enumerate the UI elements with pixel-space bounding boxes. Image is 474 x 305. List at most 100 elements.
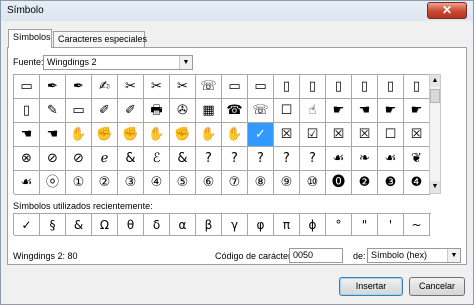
symbol-cell[interactable]: ▭: [248, 75, 274, 99]
symbol-cell[interactable]: ☏: [196, 75, 222, 99]
symbol-cell[interactable]: ?: [300, 147, 326, 171]
tab-simbolos[interactable]: Símbolos: [8, 29, 52, 48]
recent-symbol-cell[interactable]: ~: [404, 214, 430, 236]
symbol-cell[interactable]: ✋: [222, 123, 248, 147]
symbol-cell[interactable]: ❦: [404, 147, 430, 171]
symbol-cell[interactable]: ☛: [378, 99, 404, 123]
symbol-cell[interactable]: ☐: [378, 123, 404, 147]
symbol-cell[interactable]: ▯: [300, 75, 326, 99]
symbol-cell[interactable]: ▯: [352, 75, 378, 99]
symbol-cell[interactable]: ☒: [326, 123, 352, 147]
symbol-cell[interactable]: ☛: [404, 99, 430, 123]
symbol-cell[interactable]: &: [170, 147, 196, 171]
symbol-cell[interactable]: ✐: [118, 99, 144, 123]
symbol-cell[interactable]: ✊: [118, 123, 144, 147]
symbol-cell[interactable]: ▯: [404, 75, 430, 99]
symbol-cell[interactable]: ✇: [170, 99, 196, 123]
symbol-cell[interactable]: ☎: [222, 99, 248, 123]
symbol-cell[interactable]: ⑦: [222, 171, 248, 195]
symbol-cell[interactable]: ❷: [352, 171, 378, 195]
symbol-cell[interactable]: ✒: [40, 75, 66, 99]
recent-symbol-cell[interactable]: ✓: [14, 214, 40, 236]
symbol-cell[interactable]: ☙: [378, 147, 404, 171]
insert-button[interactable]: Insertar: [339, 277, 403, 296]
recent-symbol-cell[interactable]: π: [274, 214, 300, 236]
symbol-cell[interactable]: ☒: [274, 123, 300, 147]
recent-symbol-cell[interactable]: §: [40, 214, 66, 236]
symbol-cell[interactable]: ☒: [404, 123, 430, 147]
recent-symbol-cell[interactable]: α: [170, 214, 196, 236]
recent-symbol-cell[interactable]: °: [326, 214, 352, 236]
from-select[interactable]: Símbolo (hex) ▼: [367, 248, 461, 263]
symbol-cell[interactable]: ④: [144, 171, 170, 195]
symbol-cell[interactable]: 🖶: [144, 99, 170, 123]
symbol-cell[interactable]: ①: [66, 171, 92, 195]
symbol-cell[interactable]: ℰ: [144, 147, 170, 171]
cancel-button[interactable]: Cancelar: [409, 277, 465, 296]
symbol-cell[interactable]: ✓: [248, 123, 274, 147]
symbol-cell[interactable]: ☑: [300, 123, 326, 147]
symbol-cell[interactable]: ▭: [222, 75, 248, 99]
symbol-cell[interactable]: ⊗: [14, 147, 40, 171]
symbol-cell[interactable]: &: [118, 147, 144, 171]
symbol-cell[interactable]: ☏: [248, 99, 274, 123]
symbol-cell[interactable]: ☚: [14, 123, 40, 147]
symbol-cell[interactable]: ✍: [92, 75, 118, 99]
symbol-cell[interactable]: ③: [118, 171, 144, 195]
symbol-cell[interactable]: ⊘: [40, 147, 66, 171]
symbol-cell[interactable]: ☛: [326, 99, 352, 123]
symbol-cell[interactable]: ⑧: [248, 171, 274, 195]
symbol-cell[interactable]: ☙: [14, 171, 40, 195]
symbol-grid-scrollbar[interactable]: ▲ ▼: [429, 74, 441, 194]
scroll-up-icon[interactable]: ▲: [430, 75, 440, 87]
symbol-cell[interactable]: ▯: [378, 75, 404, 99]
symbol-cell[interactable]: ❧: [352, 147, 378, 171]
recent-symbol-cell[interactable]: Ω: [92, 214, 118, 236]
symbol-cell[interactable]: ⓞ: [40, 171, 66, 195]
symbol-cell[interactable]: ✊: [170, 123, 196, 147]
recent-symbol-cell[interactable]: φ: [248, 214, 274, 236]
symbol-cell[interactable]: ✋: [144, 123, 170, 147]
tab-caracteres-especiales[interactable]: Caracteres especiales: [53, 31, 147, 47]
symbol-cell[interactable]: ?: [222, 147, 248, 171]
recent-symbol-cell[interactable]: θ: [118, 214, 144, 236]
symbol-cell[interactable]: ✋: [196, 123, 222, 147]
symbol-cell[interactable]: ②: [92, 171, 118, 195]
recent-symbol-cell[interactable]: γ: [222, 214, 248, 236]
symbol-cell[interactable]: ▯: [274, 75, 300, 99]
symbol-cell[interactable]: ▯: [326, 75, 352, 99]
symbol-cell[interactable]: ✊: [92, 123, 118, 147]
symbol-cell[interactable]: ☚: [352, 99, 378, 123]
symbol-cell[interactable]: ⑥: [196, 171, 222, 195]
symbol-cell[interactable]: ☝: [300, 99, 326, 123]
symbol-cell[interactable]: ⑨: [274, 171, 300, 195]
symbol-cell[interactable]: ⓿: [326, 171, 352, 195]
symbol-cell[interactable]: ⑤: [170, 171, 196, 195]
recent-symbol-cell[interactable]: &: [66, 214, 92, 236]
symbol-cell[interactable]: ℯ: [92, 147, 118, 171]
symbol-cell[interactable]: ⊘: [66, 147, 92, 171]
scroll-thumb[interactable]: [430, 89, 440, 103]
symbol-cell[interactable]: ✐: [92, 99, 118, 123]
recent-symbol-cell[interactable]: δ: [144, 214, 170, 236]
recent-symbol-cell[interactable]: ϕ: [300, 214, 326, 236]
symbol-cell[interactable]: ☒: [352, 123, 378, 147]
symbol-cell[interactable]: ☐: [274, 99, 300, 123]
recent-symbol-cell[interactable]: β: [196, 214, 222, 236]
symbol-cell[interactable]: ▯: [14, 99, 40, 123]
symbol-cell[interactable]: ✂: [170, 75, 196, 99]
symbol-cell[interactable]: ✂: [118, 75, 144, 99]
symbol-cell[interactable]: ✎: [40, 99, 66, 123]
symbol-cell[interactable]: ?: [274, 147, 300, 171]
symbol-cell[interactable]: ▦: [196, 99, 222, 123]
symbol-cell[interactable]: ▭: [14, 75, 40, 99]
recent-symbol-cell[interactable]: ': [378, 214, 404, 236]
scroll-down-icon[interactable]: ▼: [430, 181, 440, 193]
symbol-cell[interactable]: ✂: [144, 75, 170, 99]
symbol-cell[interactable]: ✒: [66, 75, 92, 99]
font-select[interactable]: Wingdings 2 ▼: [43, 55, 193, 70]
symbol-cell[interactable]: ▭: [66, 99, 92, 123]
symbol-cell[interactable]: ❹: [404, 171, 430, 195]
symbol-cell[interactable]: ❸: [378, 171, 404, 195]
char-code-input[interactable]: 0050: [289, 248, 343, 263]
